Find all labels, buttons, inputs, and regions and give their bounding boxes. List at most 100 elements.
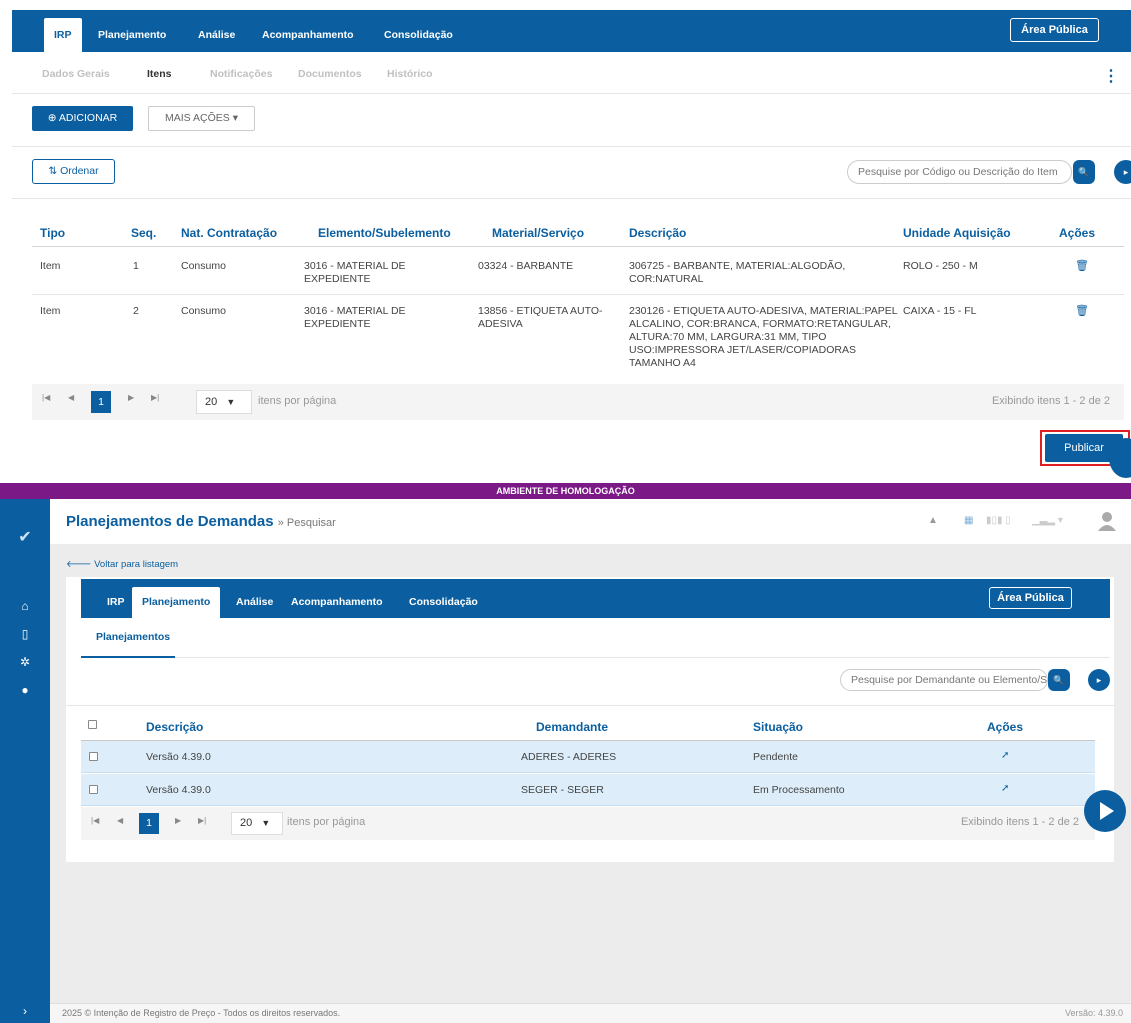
kebab-icon[interactable]: ⋮ [1103, 66, 1119, 86]
lightbulb-icon[interactable]: ● [0, 683, 50, 697]
select-all-checkbox[interactable] [88, 720, 97, 729]
table-row[interactable]: Versão 4.39.0 ADERES - ADERES Pendente ➚ [81, 741, 1095, 773]
tab-underline [81, 656, 175, 658]
gear-icon[interactable]: ✲ [0, 655, 50, 669]
back-link[interactable]: 🡐 Voltar para listagem [66, 559, 178, 570]
cell-descricao-2: COR:NATURAL [629, 273, 704, 285]
cell-descricao-3: ALTURA:70 MM, LARGURA:31 MM, TIPO [629, 331, 827, 343]
chevron-right-icon[interactable]: ▸ [1114, 160, 1131, 184]
chat-icon[interactable] [1109, 438, 1131, 478]
arrow-right-icon[interactable]: ➚ [1001, 750, 1009, 761]
first-page-icon[interactable]: |◀ [91, 816, 99, 825]
prev-page-icon[interactable]: ◀ [117, 816, 123, 825]
cell-demandante: ADERES - ADERES [521, 751, 617, 763]
bell-icon[interactable]: ▲ [928, 515, 938, 526]
per-page-label: itens por página [287, 816, 366, 828]
page-subtitle: » Pesquisar [277, 517, 336, 529]
page-1[interactable]: 1 [91, 391, 111, 413]
row-divider [32, 294, 1124, 295]
footer-version: Versão: 4.39.0 [1064, 1008, 1123, 1018]
tab-planejamento[interactable]: Planejamento [88, 18, 176, 52]
col-nat-contratacao: Nat. Contratação [181, 226, 278, 240]
tab-planejamento[interactable]: Planejamento [132, 587, 221, 618]
expand-sidebar-icon[interactable]: › [0, 1004, 50, 1018]
footer-copyright: 2025 © Intenção de Registro de Preço - T… [62, 1008, 341, 1018]
subtab-historico[interactable]: Histórico [387, 68, 433, 80]
arrow-left-icon: 🡐 [66, 559, 92, 570]
tab-planejamentos[interactable]: Planejamentos [96, 631, 170, 643]
caret-down-icon: ▼ [261, 818, 271, 828]
cell-descricao: Versão 4.39.0 [146, 784, 211, 796]
tab-acompanhamento[interactable]: Acompanhamento [281, 587, 393, 618]
sidebar: ✔ ⌂ ▯ ✲ ● › [0, 499, 50, 1023]
area-publica-button[interactable]: Área Pública [989, 587, 1072, 609]
per-page-select[interactable]: 20 ▼ [231, 812, 283, 835]
user-menu[interactable]: ▁▃▂ ▾ [1032, 515, 1063, 526]
search-icon[interactable]: 🔍 [1048, 669, 1070, 691]
document-icon[interactable]: ▯ [0, 627, 50, 641]
cell-situacao: Em Processamento [753, 784, 845, 796]
prev-page-icon[interactable]: ◀ [68, 393, 74, 402]
next-page-icon[interactable]: ▶ [175, 816, 181, 825]
page-1[interactable]: 1 [139, 813, 159, 834]
caret-down-icon: ▼ [226, 397, 236, 407]
order-button[interactable]: ⇅ Ordenar [32, 159, 115, 184]
caret-down-icon: ▾ [232, 112, 238, 124]
page-title: Planejamentos de Demandas » Pesquisar [66, 513, 336, 530]
sort-icon: ⇅ [48, 165, 58, 177]
tab-analise[interactable]: Análise [188, 18, 245, 52]
col-elemento: Elemento/Subelemento [318, 226, 451, 240]
grid-icon[interactable]: ▦ [964, 515, 973, 526]
cell-unidade: ROLO - 250 - M [903, 260, 978, 272]
cell-nat: Consumo [181, 305, 226, 317]
col-material: Material/Serviço [492, 226, 585, 240]
tab-consolidacao[interactable]: Consolidação [399, 587, 488, 618]
search-input[interactable]: Pesquise por Demandante ou Elemento/Sub [840, 669, 1048, 691]
per-page-select[interactable]: 20 ▼ [196, 390, 252, 414]
col-demandante: Demandante [536, 720, 609, 734]
area-publica-button[interactable]: Área Pública [1010, 18, 1099, 42]
more-actions-button[interactable]: MAIS AÇÕES ▾ [148, 106, 255, 131]
cell-material: 13856 - ETIQUETA AUTO- [478, 305, 603, 317]
table-row[interactable]: Versão 4.39.0 SEGER - SEGER Em Processam… [81, 774, 1095, 806]
tab-acompanhamento[interactable]: Acompanhamento [252, 18, 364, 52]
cell-descricao-1: 306725 - BARBANTE, MATERIAL:ALGODÃO, [629, 260, 846, 272]
tab-irp[interactable]: IRP [44, 18, 82, 52]
page-header: Planejamentos de Demandas » Pesquisar ▲ … [50, 499, 1131, 544]
home-icon[interactable]: ⌂ [0, 599, 50, 613]
cell-descricao-5: TAMANHO A4 [629, 357, 696, 369]
last-page-icon[interactable]: ▶| [151, 393, 159, 402]
subtab-itens[interactable]: Itens [147, 68, 172, 80]
tab-consolidacao[interactable]: Consolidação [374, 18, 463, 52]
footer: 2025 © Intenção de Registro de Preço - T… [50, 1003, 1131, 1023]
col-descricao: Descrição [629, 226, 687, 240]
tab-analise[interactable]: Análise [226, 587, 283, 618]
add-button[interactable]: ⊕ ADICIONAR [32, 106, 133, 131]
subtab-documentos[interactable]: Documentos [298, 68, 362, 80]
row-checkbox[interactable] [89, 785, 98, 794]
search-icon[interactable]: 🔍 [1073, 160, 1095, 184]
subtab-dados-gerais[interactable]: Dados Gerais [42, 68, 110, 80]
divider [12, 198, 1131, 199]
arrow-right-icon[interactable]: ➚ [1001, 783, 1009, 794]
check-logo-icon[interactable]: ✔ [0, 527, 50, 547]
trash-icon[interactable]: 🗑 [1075, 304, 1089, 317]
trash-icon[interactable]: 🗑 [1075, 259, 1089, 272]
avatar-icon[interactable] [1097, 511, 1117, 531]
row-checkbox[interactable] [89, 752, 98, 761]
subtab-notificacoes[interactable]: Notificações [210, 68, 272, 80]
divider [66, 705, 1114, 706]
col-seq: Seq. [131, 226, 157, 240]
cell-descricao: Versão 4.39.0 [146, 751, 211, 763]
chevron-right-icon[interactable]: ▸ [1088, 669, 1110, 691]
main-card: IRP Planejamento Análise Acompanhamento … [66, 577, 1114, 862]
next-page-icon[interactable]: ▶ [128, 393, 134, 402]
cell-elemento: 3016 - MATERIAL DE [304, 260, 406, 272]
main-nav: IRP Planejamento Análise Acompanhamento … [81, 579, 1110, 618]
tab-irp[interactable]: IRP [97, 587, 135, 618]
first-page-icon[interactable]: |◀ [42, 393, 50, 402]
play-icon[interactable] [1084, 790, 1126, 832]
last-page-icon[interactable]: ▶| [198, 816, 206, 825]
search-input[interactable]: Pesquise por Código ou Descrição do Item [847, 160, 1072, 184]
cell-situacao: Pendente [753, 751, 798, 763]
